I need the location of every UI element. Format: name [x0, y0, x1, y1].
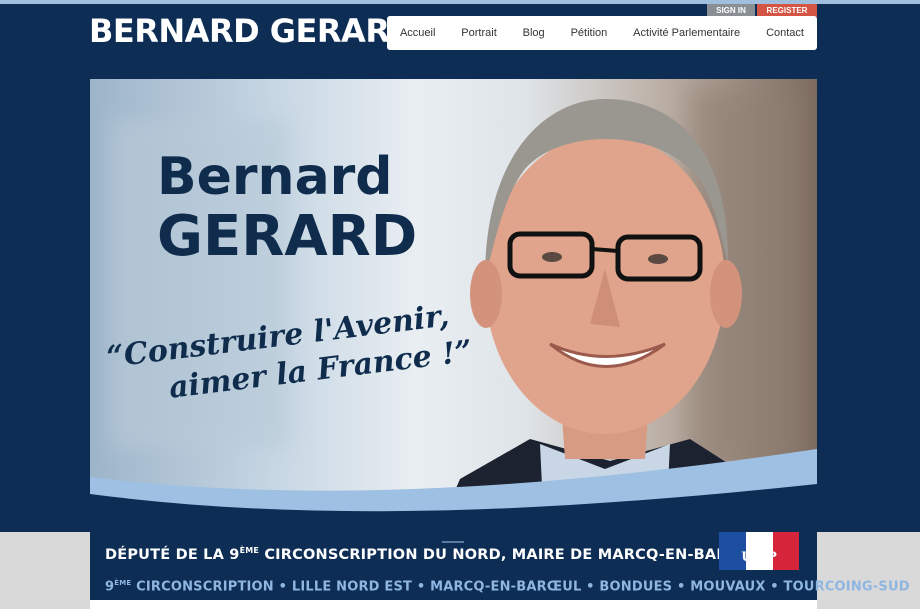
- hero-swoosh: [90, 449, 817, 532]
- hero-banner: Bernard GERARD “Construire l'Avenir, aim…: [90, 79, 817, 532]
- ump-logo-text: UMP: [741, 550, 777, 565]
- ump-logo[interactable]: UMP: [719, 532, 799, 570]
- nav-item-activite-parlementaire[interactable]: Activité Parlementaire: [633, 27, 740, 39]
- site-title[interactable]: BERNARD GERARD: [89, 12, 416, 50]
- nav-item-petition[interactable]: Pétition: [571, 27, 608, 39]
- constituency-list: 9ÈME CIRCONSCRIPTION • LILLE NORD EST • …: [105, 579, 910, 595]
- hero-name-last: GERARD: [157, 204, 418, 269]
- info-band: DÉPUTÉ DE LA 9ÈME CIRCONSCRIPTION DU NOR…: [90, 532, 910, 600]
- content-area-top: [90, 600, 817, 609]
- nav-item-blog[interactable]: Blog: [523, 27, 545, 39]
- nav-item-portrait[interactable]: Portrait: [461, 27, 496, 39]
- nav-item-contact[interactable]: Contact: [766, 27, 804, 39]
- nav-item-accueil[interactable]: Accueil: [400, 27, 435, 39]
- main-nav: Accueil Portrait Blog Pétition Activité …: [387, 16, 817, 50]
- band-divider: [442, 541, 464, 543]
- deputy-title: DÉPUTÉ DE LA 9ÈME CIRCONSCRIPTION DU NOR…: [105, 546, 772, 563]
- hero-name-first: Bernard: [157, 147, 393, 207]
